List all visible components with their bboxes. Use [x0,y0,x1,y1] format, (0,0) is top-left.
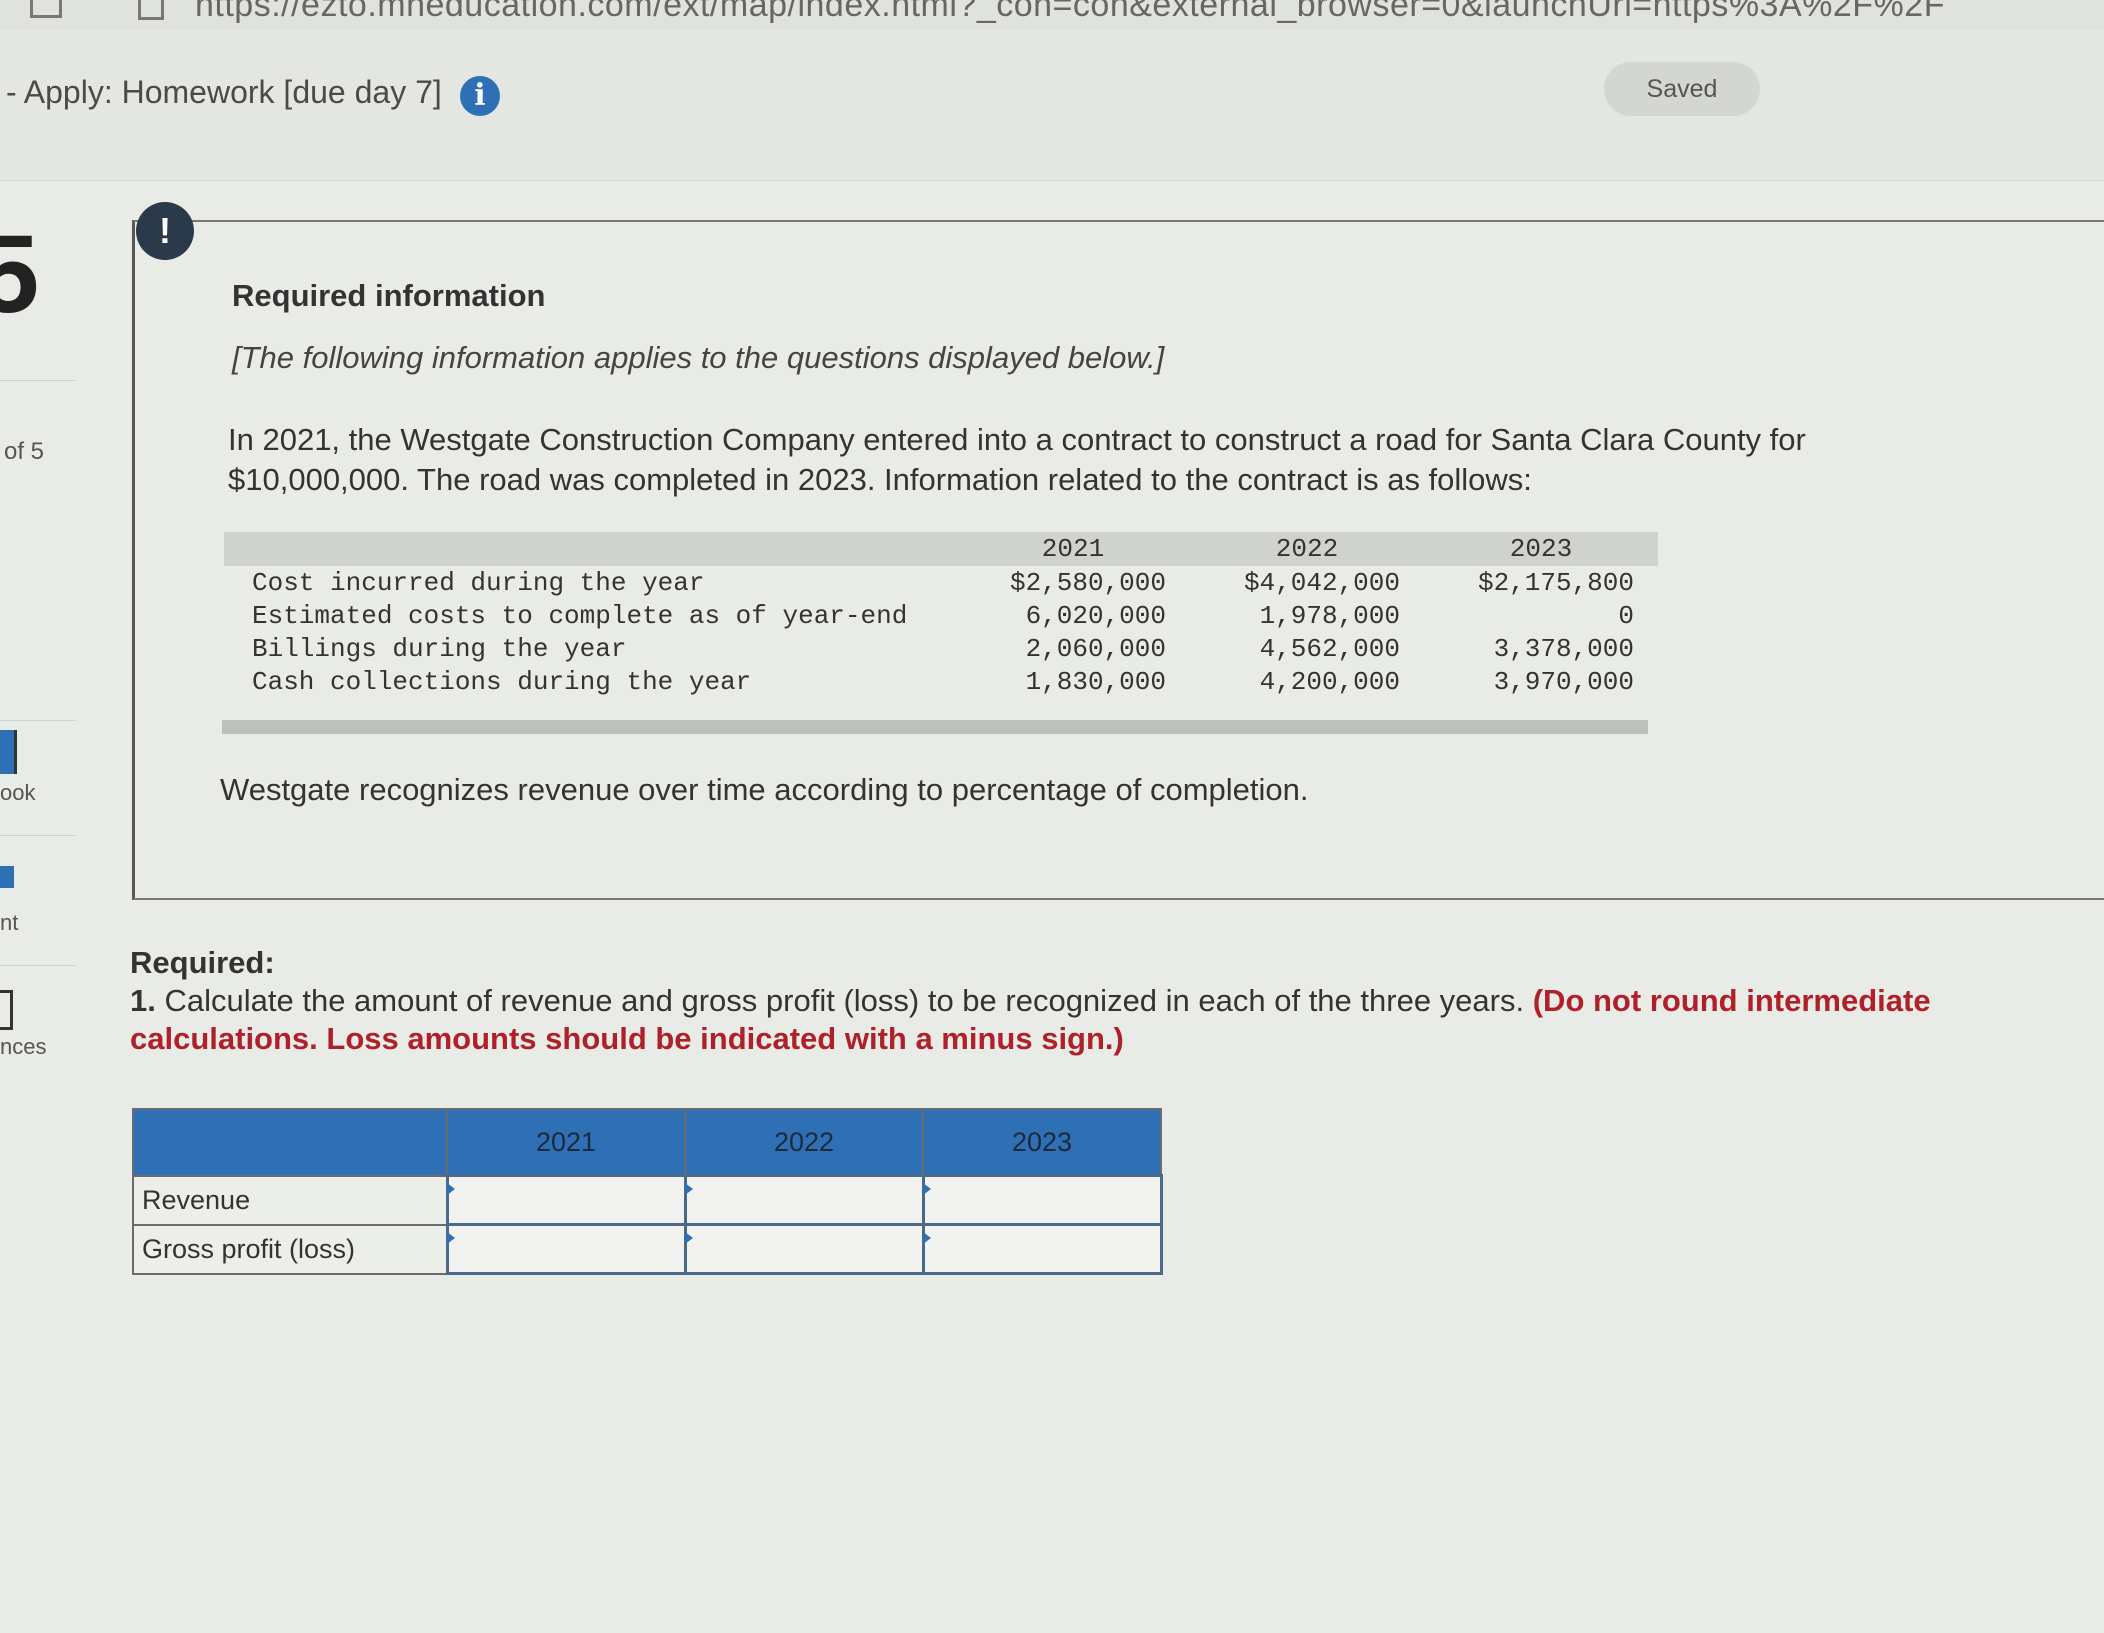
revenue-2022-input[interactable] [686,1177,922,1223]
input-marker-icon [922,1183,931,1195]
row-label: Estimated costs to complete as of year-e… [252,600,908,631]
answer-cell[interactable] [921,1223,1163,1275]
problem-intro: In 2021, the Westgate Construction Compa… [228,422,1806,497]
table-row: Cost incurred during the year $2,580,000… [224,566,1658,599]
answer-row-label: Revenue [132,1174,448,1226]
answer-row-label: Gross profit (loss) [132,1223,448,1275]
revenue-2023-input[interactable] [924,1177,1160,1223]
row-label: Cost incurred during the year [252,567,705,598]
answer-header-year: 2021 [446,1108,686,1177]
table-bottom-rule [222,720,1648,734]
alert-icon: ! [136,202,194,260]
table-header-row: 2021 2022 2023 [224,532,1658,566]
input-marker-icon [446,1232,455,1244]
question-heading: Required: [130,945,275,980]
divider [0,380,76,381]
answer-cell[interactable] [683,1174,925,1226]
required-info-subheading: [The following information applies to th… [232,340,1165,375]
answer-header-row: 2021 2022 2023 [132,1108,1162,1177]
answer-header-blank [132,1108,448,1177]
input-marker-icon [922,1232,931,1244]
table-header-year: 2022 [1190,532,1424,566]
info-icon[interactable]: i [460,76,500,116]
revenue-2021-input[interactable] [448,1177,684,1223]
tab-icon[interactable] [138,0,164,20]
question-text: Calculate the amount of revenue and gros… [164,983,1525,1018]
table-row: Billings during the year 2,060,000 4,562… [224,632,1658,665]
browser-url-bar: https://ezto.mheducation.com/ext/map/ind… [0,0,2104,31]
assignment-header: - Apply: Homework [due day 7] i Saved [0,30,2104,181]
input-marker-icon [684,1183,693,1195]
page-title: - Apply: Homework [due day 7] [6,74,442,110]
answer-header-year: 2023 [922,1108,1162,1177]
input-marker-icon [446,1183,455,1195]
answer-cell[interactable] [683,1223,925,1275]
print-label[interactable]: nt [0,910,18,936]
divider [0,720,76,721]
progress-label: of 5 [4,438,45,465]
home-icon[interactable] [30,0,62,18]
left-rail: 5 of 5 ook nt nces [0,180,76,1100]
ebook-label[interactable]: ook [0,780,35,806]
table-header-year: 2023 [1424,532,1658,566]
answer-row-gross-profit: Gross profit (loss) [132,1223,1163,1275]
references-icon[interactable] [0,990,13,1030]
row-value: 4,200,000 [1259,666,1400,697]
row-value: 0 [1618,600,1634,631]
row-value: 4,562,000 [1259,633,1400,664]
saved-status-badge: Saved [1604,62,1760,116]
print-icon[interactable] [0,866,14,888]
row-label: Cash collections during the year [252,666,752,697]
row-value: $2,175,800 [1477,567,1634,598]
input-marker-icon [684,1232,693,1244]
table-row: Estimated costs to complete as of year-e… [224,599,1658,632]
gross-profit-2021-input[interactable] [448,1226,684,1272]
row-value: $2,580,000 [1009,567,1166,598]
gross-profit-2022-input[interactable] [686,1226,922,1272]
references-label[interactable]: nces [0,1034,46,1060]
ebook-icon[interactable] [0,730,17,774]
question-number: 5 [0,213,40,336]
row-value: 3,378,000 [1493,633,1634,664]
required-info-heading: Required information [232,278,546,313]
table-header-blank [224,532,956,566]
question-number-label: 1. [130,983,156,1018]
answer-cell[interactable] [445,1223,687,1275]
answer-cell[interactable] [445,1174,687,1226]
row-value: 1,830,000 [1025,666,1166,697]
recognition-method-text: Westgate recognizes revenue over time ac… [220,772,1309,807]
table-row: Cash collections during the year 1,830,0… [224,665,1658,698]
row-value: 2,060,000 [1025,633,1166,664]
question-prompt: Required: 1. Calculate the amount of rev… [130,944,2080,1058]
contract-info-table: 2021 2022 2023 Cost incurred during the … [224,532,1658,698]
table-header-year: 2021 [956,532,1190,566]
row-value: 6,020,000 [1025,600,1166,631]
row-value: 1,978,000 [1259,600,1400,631]
answer-header-year: 2022 [684,1108,924,1177]
row-value: 3,970,000 [1493,666,1634,697]
row-label: Billings during the year [252,633,627,664]
row-value: $4,042,000 [1243,567,1400,598]
url-text[interactable]: https://ezto.mheducation.com/ext/map/ind… [195,0,1945,25]
gross-profit-2023-input[interactable] [924,1226,1160,1272]
answer-cell[interactable] [921,1174,1163,1226]
answer-table: 2021 2022 2023 Revenue Gross profit (los… [132,1108,1163,1275]
divider [0,965,76,966]
answer-row-revenue: Revenue [132,1174,1163,1226]
divider [0,835,76,836]
